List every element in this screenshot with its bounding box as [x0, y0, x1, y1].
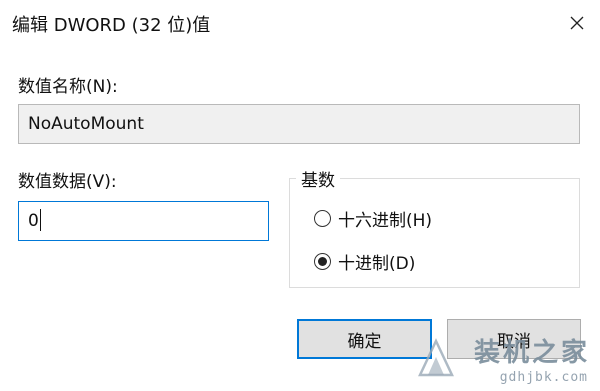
title-bar: 编辑 DWORD (32 位)值 [0, 0, 600, 46]
radio-dot [318, 257, 327, 266]
value-name-field[interactable]: NoAutoMount [18, 104, 580, 144]
value-data-label: 数值数据(V): [18, 172, 117, 192]
radio-selected-icon [314, 253, 331, 270]
value-data-input[interactable]: 0 [18, 201, 269, 241]
value-name-label: 数值名称(N): [18, 77, 118, 97]
base-group-legend: 基数 [296, 166, 340, 191]
watermark-url: gdhjbk.com [499, 370, 588, 385]
radio-decimal[interactable]: 十进制(D) [314, 249, 415, 274]
ok-button[interactable]: 确定 [297, 319, 432, 359]
close-button[interactable] [554, 0, 600, 46]
radio-hexadecimal-label: 十六进制(H) [338, 211, 433, 231]
radio-decimal-label: 十进制(D) [338, 254, 416, 274]
value-data-text: 0 [28, 211, 39, 231]
edit-dword-dialog: 编辑 DWORD (32 位)值 数值名称(N): NoAutoMount 数值… [0, 0, 600, 391]
radio-hexadecimal[interactable]: 十六进制(H) [314, 206, 432, 231]
dialog-title: 编辑 DWORD (32 位)值 [12, 15, 211, 36]
radio-unselected-icon [314, 210, 331, 227]
text-caret [39, 208, 41, 231]
cancel-button[interactable]: 取消 [447, 319, 581, 359]
close-icon [570, 16, 584, 30]
